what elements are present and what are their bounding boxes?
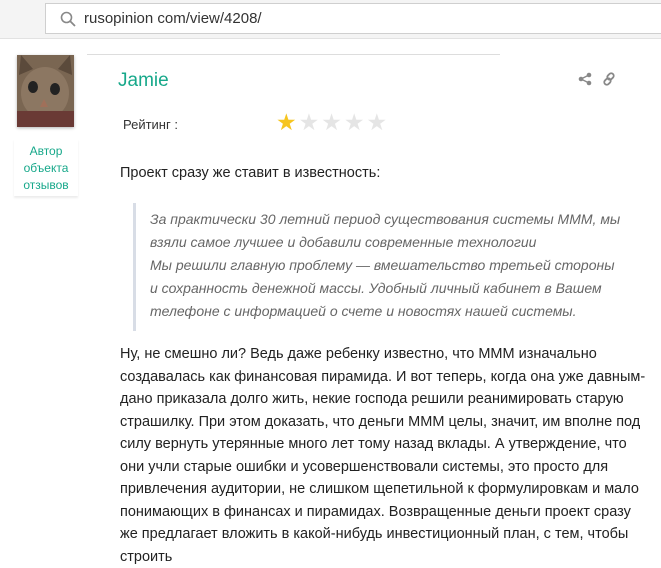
star-empty-icon[interactable]: ★ bbox=[367, 110, 388, 134]
search-icon bbox=[60, 11, 76, 27]
share-icon[interactable] bbox=[578, 72, 592, 86]
quote-line: За практически 30 летний период существо… bbox=[150, 211, 621, 227]
review-quote: За практически 30 летний период существо… bbox=[133, 203, 630, 331]
url-text[interactable]: rusopinion com/view/4208/ bbox=[84, 10, 262, 27]
browser-toolbar: rusopinion com/view/4208/ bbox=[0, 0, 661, 39]
author-role: Автор объекта отзывов bbox=[23, 144, 69, 192]
cat-avatar-image bbox=[17, 55, 74, 127]
star-filled-icon[interactable]: ★ bbox=[276, 110, 297, 134]
link-icon[interactable] bbox=[602, 72, 616, 86]
author-avatar[interactable] bbox=[17, 55, 74, 127]
review-body: Ну, не смешно ли? Ведь даже ребенку изве… bbox=[120, 346, 646, 565]
review-lead: Проект сразу же ставит в известность: bbox=[120, 165, 381, 181]
star-empty-icon[interactable]: ★ bbox=[321, 110, 342, 134]
quote-line: и сохранность денежной массы. Удобный ли… bbox=[150, 280, 602, 296]
address-bar[interactable]: rusopinion com/view/4208/ bbox=[45, 3, 661, 34]
rating-stars: ★ ★ ★ ★ ★ bbox=[276, 110, 387, 134]
author-name[interactable]: Jamie bbox=[118, 70, 169, 92]
quote-line: Мы решили главную проблему — вмешательст… bbox=[150, 257, 615, 273]
quote-line: телефоне с информацией о счете и новостя… bbox=[150, 303, 577, 319]
rating-label: Рейтинг : bbox=[123, 117, 178, 132]
divider bbox=[87, 54, 500, 55]
star-empty-icon[interactable]: ★ bbox=[344, 110, 365, 134]
star-empty-icon[interactable]: ★ bbox=[299, 110, 320, 134]
quote-line: взяли самое лучшее и добавили современны… bbox=[150, 234, 537, 250]
